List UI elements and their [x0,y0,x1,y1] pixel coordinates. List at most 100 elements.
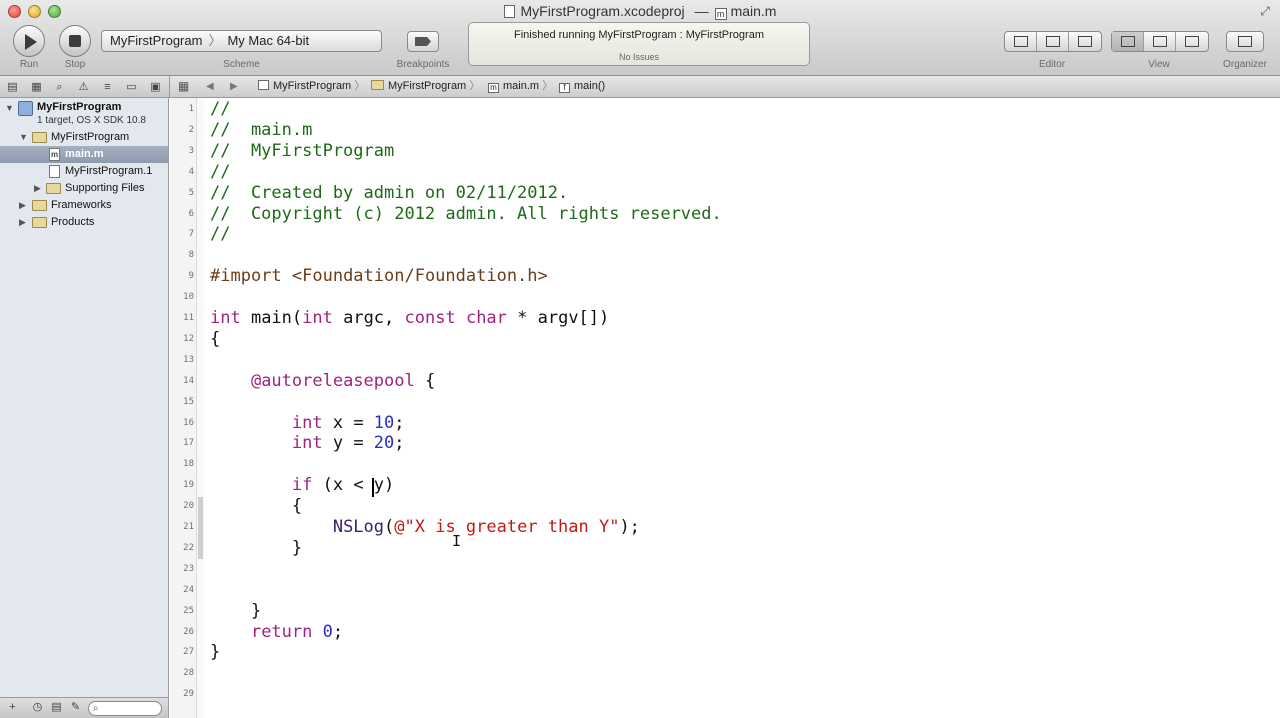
line-number[interactable]: 3 [170,146,194,156]
related-items-icon[interactable]: ▦ [178,76,189,97]
code-line[interactable]: NSLog(@"X is greater than Y"); [210,517,640,538]
code-line[interactable]: // [210,99,230,120]
code-line[interactable]: @autoreleasepool { [210,371,435,392]
jump-bar-group[interactable]: MyFirstProgram 〉 [371,76,483,97]
jump-bar-project[interactable]: MyFirstProgram 〉 [258,76,368,97]
version-editor-button[interactable] [1069,32,1101,51]
recent-files-icon[interactable]: ◷ [31,701,44,714]
issue-navigator-icon[interactable]: ⚠ [77,81,90,93]
project-row[interactable]: ▼ MyFirstProgram 1 target, OS X SDK 10.8 [0,98,168,126]
line-number[interactable]: 27 [170,647,194,657]
code-line[interactable]: { [210,329,220,350]
line-number[interactable]: 1 [170,104,194,114]
line-number[interactable]: 17 [170,438,194,448]
back-arrow-icon[interactable]: ◀ [206,76,214,97]
line-number[interactable]: 12 [170,334,194,344]
line-number[interactable]: 14 [170,376,194,386]
tree-item-group[interactable]: ▼ MyFirstProgram [0,129,168,146]
tree-item-man-page[interactable]: MyFirstProgram.1 [0,163,168,180]
code-line[interactable]: #import <Foundation/Foundation.h> [210,266,548,287]
tree-item-frameworks[interactable]: ▶ Frameworks [0,197,168,214]
code-folding-ribbon[interactable] [197,98,204,718]
scheme-selector[interactable]: MyFirstProgram 〉 My Mac 64-bit [101,30,382,52]
line-number[interactable]: 7 [170,229,194,239]
debug-navigator-icon[interactable]: ≡ [101,81,114,93]
line-number[interactable]: 4 [170,167,194,177]
line-number[interactable]: 20 [170,501,194,511]
code-line[interactable]: // Created by admin on 02/11/2012. [210,183,568,204]
code-token-num: 10 [373,412,395,433]
scheme-destination[interactable]: My Mac 64-bit [227,33,309,48]
disclosure-open-icon[interactable]: ▼ [19,129,29,146]
filter-input[interactable]: ⌕ [88,701,162,716]
breakpoints-button[interactable] [407,31,439,52]
toggle-navigator-button[interactable] [1112,32,1144,51]
add-icon[interactable]: + [6,701,19,714]
jump-bar-file[interactable]: m main.m 〉 [488,76,556,97]
code-line[interactable]: } [210,601,261,622]
organizer-button[interactable] [1226,31,1264,52]
activity-issues[interactable]: No Issues [469,52,809,62]
code-line[interactable]: // main.m [210,120,312,141]
line-number[interactable]: 11 [170,313,194,323]
code-line[interactable]: } [210,538,302,559]
line-number[interactable]: 8 [170,250,194,260]
line-number[interactable]: 23 [170,564,194,574]
code-line[interactable]: int y = 20; [210,433,405,454]
disclosure-open-icon[interactable]: ▼ [5,100,15,117]
line-number[interactable]: 15 [170,397,194,407]
tree-item-main-m[interactable]: m main.m [0,146,168,163]
fullscreen-icon[interactable]: ⤢ [1258,4,1272,18]
navigator-selector-bar: ▤ ▦ ⌕ ⚠ ≡ ▭ ▣ [0,76,169,98]
code-line[interactable]: // Copyright (c) 2012 admin. All rights … [210,204,722,225]
line-number[interactable]: 16 [170,418,194,428]
line-number[interactable]: 28 [170,668,194,678]
line-number[interactable]: 29 [170,689,194,699]
line-number[interactable]: 22 [170,543,194,553]
code-line[interactable]: return 0; [210,622,343,643]
stop-button[interactable] [59,25,91,57]
search-navigator-icon[interactable]: ⌕ [53,81,66,93]
source-control-icon[interactable]: ▤ [50,701,63,714]
project-navigator-icon[interactable]: ▤ [6,81,19,93]
line-number[interactable]: 6 [170,209,194,219]
code-line[interactable]: int main(int argc, const char * argv[]) [210,308,609,329]
line-number[interactable]: 5 [170,188,194,198]
line-number[interactable]: 21 [170,522,194,532]
standard-editor-icon [1014,36,1028,47]
line-number[interactable]: 13 [170,355,194,365]
disclosure-closed-icon[interactable]: ▶ [19,214,29,231]
tree-item-products[interactable]: ▶ Products [0,214,168,231]
line-number[interactable]: 25 [170,606,194,616]
line-number[interactable]: 2 [170,125,194,135]
line-number[interactable]: 18 [170,459,194,469]
run-button[interactable] [13,25,45,57]
code-line[interactable]: // [210,224,230,245]
disclosure-closed-icon[interactable]: ▶ [19,197,29,214]
line-number[interactable]: 19 [170,480,194,490]
code-line[interactable]: } [210,642,220,663]
toggle-utilities-button[interactable] [1176,32,1208,51]
line-number[interactable]: 10 [170,292,194,302]
breakpoint-navigator-icon[interactable]: ▭ [125,81,138,93]
symbol-navigator-icon[interactable]: ▦ [30,81,43,93]
code-line[interactable]: { [210,496,302,517]
forward-arrow-icon[interactable]: ▶ [230,76,238,97]
line-number[interactable]: 9 [170,271,194,281]
standard-editor-button[interactable] [1005,32,1037,51]
toggle-debug-area-button[interactable] [1144,32,1176,51]
line-number[interactable]: 26 [170,627,194,637]
unsaved-files-icon[interactable]: ✎ [69,701,82,714]
scheme-target[interactable]: MyFirstProgram [110,33,202,48]
code-line[interactable]: // MyFirstProgram [210,141,394,162]
code-line[interactable]: if (x < y) [210,475,394,496]
tree-item-supporting-files[interactable]: ▶ Supporting Files [0,180,168,197]
code-line[interactable]: int x = 10; [210,413,405,434]
line-number[interactable]: 24 [170,585,194,595]
log-navigator-icon[interactable]: ▣ [149,81,162,93]
assistant-editor-button[interactable] [1037,32,1069,51]
code-line[interactable]: // [210,162,230,183]
disclosure-closed-icon[interactable]: ▶ [34,180,44,197]
jump-bar-symbol[interactable]: f main() [559,76,605,97]
